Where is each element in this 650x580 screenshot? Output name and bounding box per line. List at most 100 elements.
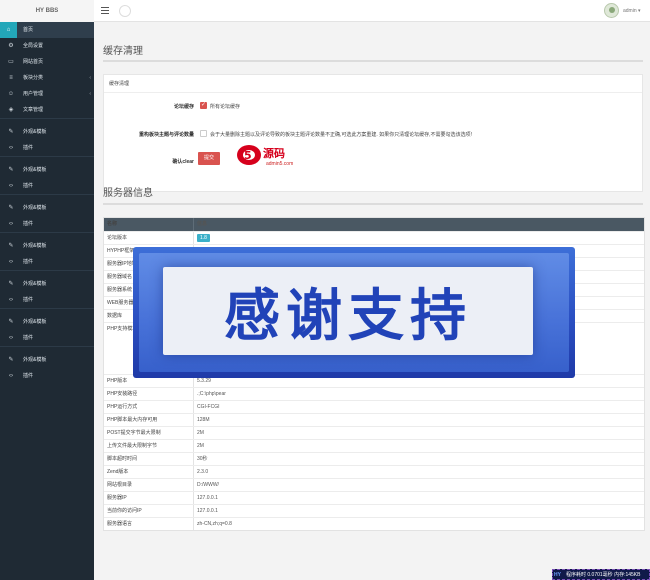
brush-icon: ✎ <box>8 167 14 173</box>
sidebar-item[interactable]: ✎ 外观&模板 <box>0 162 94 178</box>
sidebar: ⌂ 首页 ⚙ 全局设置 ▭ 网站首页 ≡ 板块分类 ‹ ☺ 用户管理 ‹ ◈ 文章管理 ✎ 外观&模板 ‹› 插件… <box>0 22 94 580</box>
sidebar-item[interactable]: ‹› 插件 <box>0 178 94 194</box>
sidebar-item[interactable]: ✎ 外观&模板 <box>0 124 94 140</box>
sidebar-item[interactable]: ✎ 外观&模板 <box>0 352 94 368</box>
table-row: PHP脚本最大内存可用 128M <box>104 413 644 426</box>
banner-panel: 感谢支持 <box>163 267 533 355</box>
footer-logo: HY <box>554 572 561 578</box>
code-icon: ‹› <box>9 221 13 227</box>
brush-icon: ✎ <box>8 205 14 211</box>
sidebar-item[interactable]: ‹› 插件 <box>0 368 94 384</box>
sidebar-item[interactable]: ✎ 外观&模板 <box>0 314 94 330</box>
rebuild-checkbox[interactable] <box>200 130 207 137</box>
sidebar-item-label: 用户管理 <box>23 91 44 97</box>
avatar[interactable] <box>604 3 619 18</box>
sidebar-item[interactable]: ‹› 插件 <box>0 254 94 270</box>
banner-text: 感谢支持 <box>224 283 472 349</box>
brush-icon: ✎ <box>8 281 14 287</box>
row-value: zh-CN,zh;q=0.8 <box>197 521 232 527</box>
sidebar-item[interactable]: ☺ 用户管理 ‹ <box>0 86 94 102</box>
table-row: 服务器语言 zh-CN,zh;q=0.8 <box>104 517 644 530</box>
sidebar-item[interactable]: ◈ 文章管理 <box>0 102 94 118</box>
table-row: 当前你的访问IP 127.0.0.1 <box>104 504 644 517</box>
sidebar-item[interactable]: ⌂ 首页 <box>0 22 94 38</box>
brush-icon: ✎ <box>8 357 14 363</box>
sidebar-item-label: 插件 <box>23 221 34 227</box>
sidebar-item-label: 外观&模板 <box>23 281 47 287</box>
sidebar-item[interactable]: ‹› 插件 <box>0 330 94 346</box>
monitor-icon: ▭ <box>8 59 14 65</box>
server-title: 服务器信息 <box>103 188 153 199</box>
sidebar-item-label: 板块分类 <box>23 75 44 81</box>
sidebar-item-label: 外观&模板 <box>23 205 47 211</box>
sidebar-item[interactable]: ✎ 外观&模板 <box>0 276 94 292</box>
table-row: 服务器IP 127.0.0.1 <box>104 491 644 504</box>
sidebar-item[interactable]: ‹› 插件 <box>0 140 94 156</box>
code-icon: ‹› <box>9 373 13 379</box>
table-row: 网站根目录 D:/WWW/ <box>104 478 644 491</box>
forum-cache-checkbox[interactable] <box>200 101 207 109</box>
column-header-info: 信息 <box>197 221 208 227</box>
menu-toggle-icon[interactable] <box>101 6 109 15</box>
svg-text:5: 5 <box>244 149 252 162</box>
table-row: PHP运行方式 CGI-FCGI <box>104 400 644 413</box>
user-menu[interactable]: admin ▾ <box>623 0 641 22</box>
form-label: 论坛缓存 <box>173 104 194 110</box>
sidebar-item-label: 外观&模板 <box>23 243 47 249</box>
sidebar-item-label: 插件 <box>23 335 34 341</box>
version-badge: 1.8 <box>197 234 210 242</box>
watermark-subtext: admin5.com <box>266 161 293 167</box>
panel-title: 缓存清理 <box>104 75 642 93</box>
sidebar-item-label: 插件 <box>23 297 34 303</box>
divider <box>103 60 643 62</box>
code-icon: ‹› <box>9 183 13 189</box>
sidebar-item[interactable]: ✎ 外观&模板 <box>0 200 94 216</box>
users-icon: ☺ <box>7 91 15 97</box>
table-row: PHP安装路径 .;C:\php\pear <box>104 387 644 400</box>
divider <box>103 203 643 205</box>
sidebar-item-label: 插件 <box>23 373 34 379</box>
checkbox-label: 所有论坛缓存 <box>210 104 241 110</box>
tag-icon: ◈ <box>8 107 14 113</box>
sidebar-item-label: 网站首页 <box>23 59 44 65</box>
sidebar-item-label: 外观&模板 <box>23 319 47 325</box>
gear-icon: ⚙ <box>8 43 14 49</box>
sidebar-item-label: 插件 <box>23 183 34 189</box>
table-row: 论坛版本 1.8 <box>104 231 644 244</box>
code-icon: ‹› <box>9 335 13 341</box>
checkbox-label: 会于大量删除主题以及评论导致的板块主题评论数量不正确,可选此方案重建. 如果你只… <box>210 132 472 138</box>
sidebar-item-label: 外观&模板 <box>23 167 47 173</box>
site-logo[interactable]: HY BBS <box>0 0 94 22</box>
top-bar: HY BBS admin ▾ <box>0 0 650 22</box>
thanks-banner-image: 感谢支持 <box>133 247 575 378</box>
form-label: 确认clear <box>172 159 194 165</box>
table-row: 上传文件最大限制字节 2M <box>104 439 644 452</box>
submit-button[interactable]: 提交 <box>198 152 220 165</box>
sidebar-item-label: 插件 <box>23 145 34 151</box>
refresh-button[interactable] <box>119 5 131 17</box>
watermark-logo: 5 源码 admin5.com <box>237 145 293 167</box>
home-icon: ⌂ <box>0 22 17 38</box>
footer-text: 程序耗时 0.0701毫秒 内存:145KB <box>566 572 641 578</box>
list-icon: ≡ <box>9 75 13 81</box>
sidebar-item[interactable]: ≡ 板块分类 ‹ <box>0 70 94 86</box>
sidebar-item[interactable]: ‹› 插件 <box>0 292 94 308</box>
chevron-left-icon: ‹ <box>89 75 91 81</box>
chevron-left-icon: ‹ <box>89 91 91 97</box>
table-header: 名称 信息 <box>104 218 644 231</box>
sidebar-item[interactable]: ‹› 插件 <box>0 216 94 232</box>
row-name: 服务器语言 <box>107 521 133 527</box>
sidebar-item-label: 外观&模板 <box>23 129 47 135</box>
code-icon: ‹› <box>9 297 13 303</box>
brush-icon: ✎ <box>8 129 14 135</box>
sidebar-item[interactable]: ⚙ 全局设置 <box>0 38 94 54</box>
brush-icon: ✎ <box>8 243 14 249</box>
sidebar-item[interactable]: ▭ 网站首页 <box>0 54 94 70</box>
watermark-text: 源码 <box>263 146 285 160</box>
table-row: POST提交字节最大限制 2M <box>104 426 644 439</box>
sidebar-item-label: 文章管理 <box>23 107 44 113</box>
code-icon: ‹› <box>9 259 13 265</box>
sidebar-item-label: 插件 <box>23 259 34 265</box>
sidebar-item[interactable]: ✎ 外观&模板 <box>0 238 94 254</box>
debug-footer: HY 程序耗时 0.0701毫秒 内存:145KB <box>552 569 650 580</box>
